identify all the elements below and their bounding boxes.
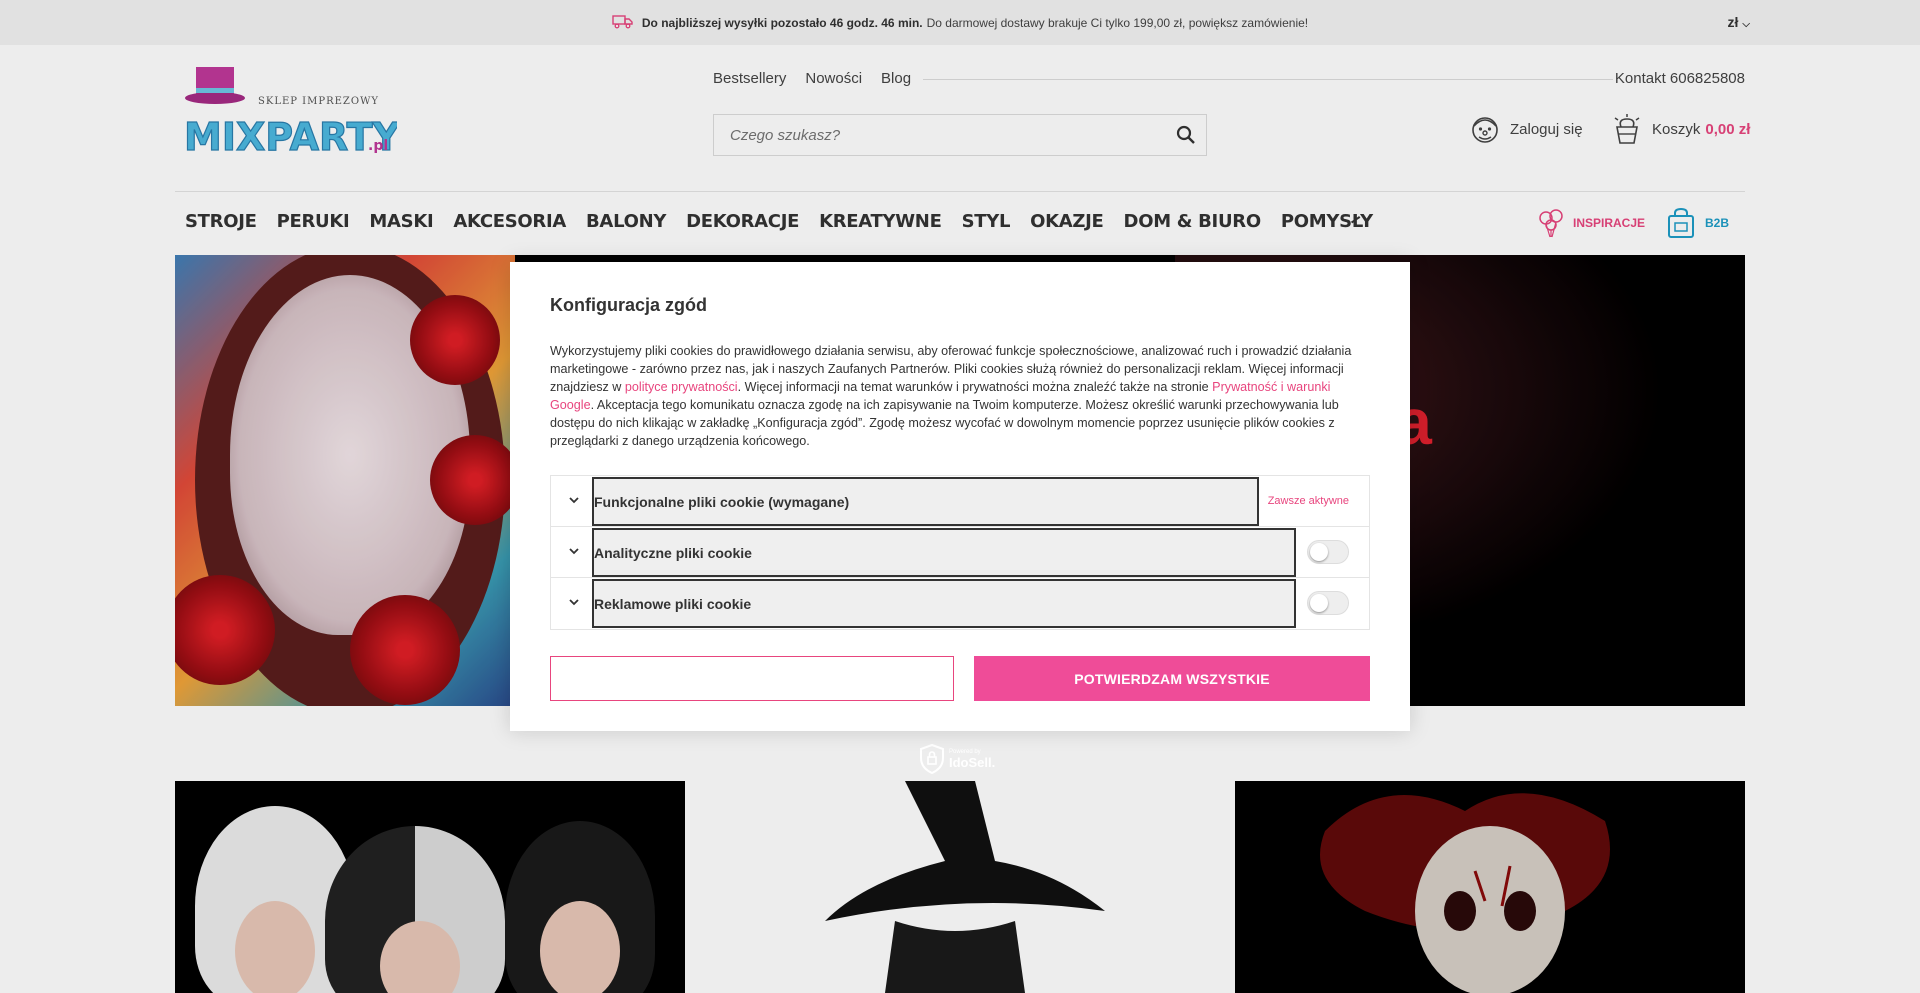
cookie-categories: Funkcjonalne pliki cookie (wymagane) Zaw… — [550, 475, 1370, 630]
always-active-status: Zawsze aktywne — [1267, 495, 1349, 507]
dialog-title: Konfiguracja zgód — [550, 295, 707, 315]
category-label[interactable]: Analityczne pliki cookie — [592, 528, 1296, 577]
ads-toggle[interactable] — [1307, 591, 1349, 615]
idosell-brand: IdoSell. — [949, 754, 996, 770]
cookie-category-functional[interactable]: Funkcjonalne pliki cookie (wymagane) Zaw… — [551, 476, 1369, 527]
shield-lock-icon — [920, 744, 944, 774]
cookie-category-ads[interactable]: Reklamowe pliki cookie — [551, 578, 1369, 629]
cookie-category-analytics[interactable]: Analityczne pliki cookie — [551, 527, 1369, 578]
chevron-down-icon[interactable] — [568, 493, 580, 511]
confirm-all-button[interactable]: POTWIERDZAM WSZYSTKIE — [974, 656, 1370, 701]
consent-description: Wykorzystujemy pliki cookies do prawidło… — [550, 344, 1352, 448]
analytics-toggle[interactable] — [1307, 540, 1349, 564]
powered-by-badge: Powered by IdoSell. — [919, 744, 995, 774]
category-label[interactable]: Funkcjonalne pliki cookie (wymagane) — [592, 477, 1259, 526]
cookie-consent-dialog: Konfiguracja zgód Wykorzystujemy pliki c… — [510, 262, 1410, 731]
chevron-down-icon[interactable] — [568, 595, 580, 613]
privacy-policy-link[interactable]: polityce prywatności — [625, 380, 738, 394]
category-label[interactable]: Reklamowe pliki cookie — [592, 579, 1296, 628]
chevron-down-icon[interactable] — [568, 544, 580, 562]
confirm-selected-button[interactable] — [550, 656, 954, 701]
